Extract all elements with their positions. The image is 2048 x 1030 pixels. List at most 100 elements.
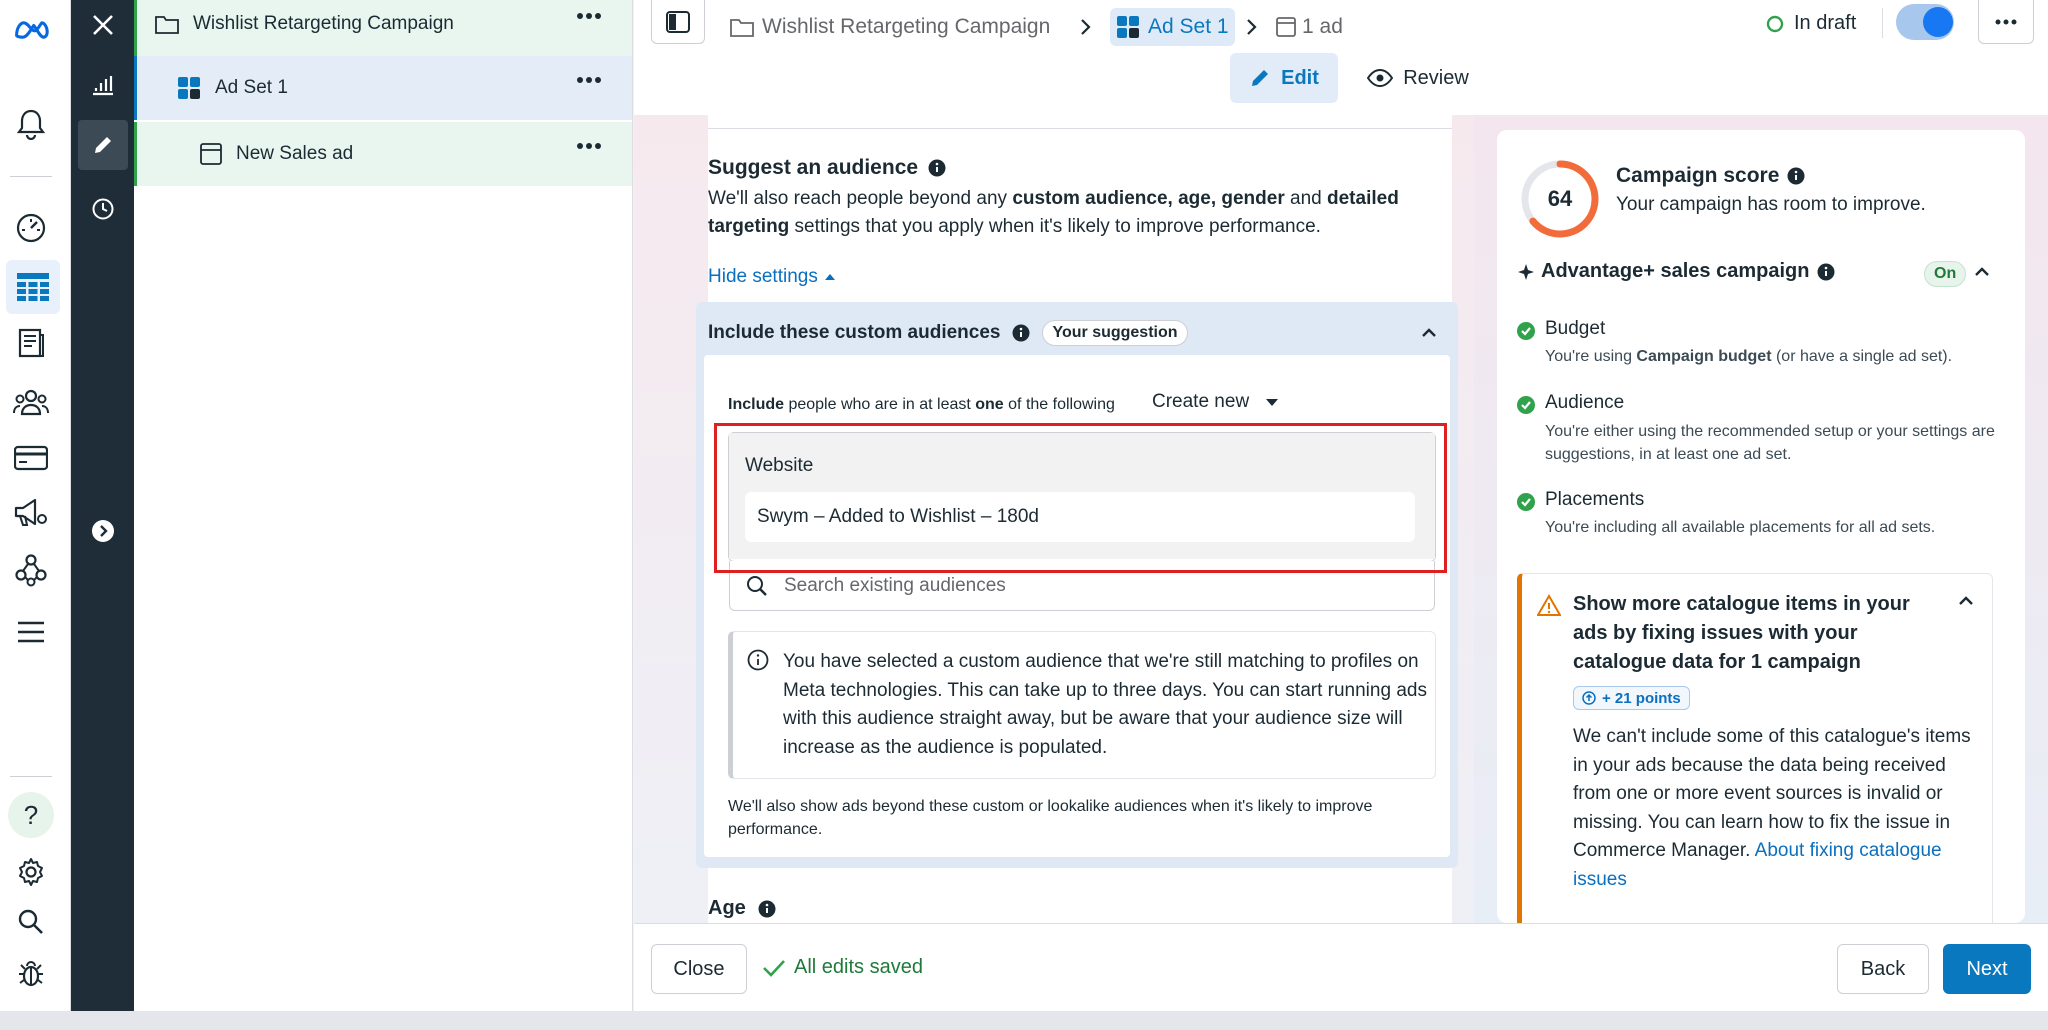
settings-icon[interactable] — [13, 854, 49, 890]
edit-mode-button[interactable] — [78, 120, 128, 170]
advantage-title: Advantage+ sales campaign — [1517, 260, 1835, 283]
toggle-sidebar-button[interactable] — [651, 0, 705, 44]
chevron-up-icon[interactable] — [1421, 328, 1437, 338]
alert-title: Show more catalogue items in your ads by… — [1573, 593, 1910, 673]
info-icon — [1787, 167, 1805, 185]
tree-item-ad[interactable]: New Sales ad — [134, 122, 632, 186]
info-icon — [1012, 324, 1030, 342]
more-options-button[interactable] — [1978, 0, 2034, 44]
campaign-score-card: 64 Campaign score Your campaign has room… — [1497, 130, 2025, 935]
audience-section: Suggest an audience We'll also reach peo… — [696, 115, 1458, 923]
chevron-right-icon — [92, 520, 114, 542]
draft-toggle[interactable] — [1896, 4, 1954, 40]
breadcrumb-adset[interactable]: Ad Set 1 — [1110, 8, 1235, 46]
clock-icon — [92, 198, 114, 220]
matching-info-text: You have selected a custom audience that… — [783, 651, 1427, 758]
search-icon[interactable] — [13, 904, 49, 940]
check-circle-icon — [1517, 493, 1535, 511]
campaign-tree: Wishlist Retargeting Campaign Ad Set 1 N… — [134, 0, 633, 1011]
include-rule-text: Include people who are in at least one o… — [728, 396, 1115, 413]
arrow-up-circle-icon — [1582, 691, 1596, 705]
sidebar-icon — [666, 10, 690, 33]
campaign-score-subtitle: Your campaign has room to improve. — [1616, 194, 1926, 215]
age-title: Age — [708, 897, 776, 920]
pages-icon[interactable] — [13, 325, 49, 361]
editor-header: Wishlist Retargeting Campaign Ad Set 1 1… — [634, 0, 2048, 115]
advantage-status-badge: On — [1924, 261, 1967, 287]
chevron-up-icon[interactable] — [1974, 267, 1990, 277]
chevron-right-icon — [1081, 19, 1091, 35]
tree-item-label: Wishlist Retargeting Campaign — [193, 13, 454, 34]
create-new-dropdown[interactable]: Create new — [1152, 391, 1279, 413]
adset-icon — [1117, 16, 1139, 38]
menu-icon[interactable] — [13, 614, 49, 650]
check-circle-icon — [1517, 322, 1535, 340]
next-button[interactable]: Next — [1943, 944, 2031, 994]
breadcrumb-campaign[interactable]: Wishlist Retargeting Campaign — [730, 8, 1050, 46]
bug-icon[interactable] — [13, 956, 49, 992]
history-button[interactable] — [78, 184, 128, 234]
highlight-box — [714, 423, 1447, 573]
alert-body: We can't include some of this catalogue'… — [1573, 726, 1971, 890]
suggest-audience-description: We'll also reach people beyond any custo… — [708, 188, 1399, 237]
more-icon — [1995, 19, 2017, 24]
sparkle-icon — [1518, 263, 1534, 280]
caret-up-icon — [824, 274, 835, 280]
megaphone-icon[interactable] — [13, 495, 49, 531]
close-icon — [93, 15, 113, 35]
back-button[interactable]: Back — [1837, 944, 1929, 994]
tree-item-label: Ad Set 1 — [215, 77, 288, 98]
chevron-right-icon — [1247, 19, 1257, 35]
billing-icon[interactable] — [13, 440, 49, 476]
draft-status: In draft — [1766, 12, 1856, 35]
tab-edit[interactable]: Edit — [1230, 53, 1338, 103]
tree-item-campaign[interactable]: Wishlist Retargeting Campaign — [134, 0, 632, 56]
tree-item-adset[interactable]: Ad Set 1 — [134, 56, 632, 120]
pencil-icon — [1252, 70, 1269, 86]
folder-icon — [155, 16, 179, 34]
score-value: 64 — [1547, 186, 1573, 211]
performance-button[interactable] — [78, 60, 128, 110]
custom-audiences-title: Include these custom audiences Your sugg… — [708, 320, 1188, 346]
tab-review[interactable]: Review — [1354, 53, 1482, 103]
matching-info-note: You have selected a custom audience that… — [728, 631, 1436, 779]
global-nav: ? — [0, 0, 71, 1011]
close-editor-button[interactable] — [78, 0, 128, 50]
info-icon — [1817, 263, 1835, 280]
suggestion-badge: Your suggestion — [1042, 320, 1188, 346]
custom-audiences-panel: Include these custom audiences Your sugg… — [696, 302, 1458, 868]
points-badge: + 21 points — [1573, 686, 1690, 710]
checkmark-icon — [763, 959, 785, 977]
search-icon — [747, 575, 767, 596]
expand-panel-button[interactable] — [78, 506, 128, 556]
info-icon — [928, 159, 946, 177]
beyond-audiences-note: We'll also show ads beyond these custom … — [728, 798, 1373, 838]
more-icon — [577, 143, 601, 149]
window-bottom-strip — [0, 1011, 2048, 1030]
check-circle-icon — [1517, 396, 1535, 414]
bell-icon[interactable] — [13, 106, 49, 142]
hide-settings-link[interactable]: Hide settings — [708, 266, 836, 288]
editor-toolbar — [71, 0, 134, 1011]
folder-icon — [730, 19, 754, 37]
status-dot-icon — [1766, 15, 1784, 32]
dashboard-icon[interactable] — [13, 210, 49, 246]
table-icon[interactable] — [6, 260, 60, 314]
save-status: All edits saved — [762, 956, 923, 979]
close-button[interactable]: Close — [651, 944, 747, 994]
network-icon[interactable] — [13, 552, 49, 588]
campaign-score-title: Campaign score — [1616, 164, 1805, 188]
chevron-up-icon[interactable] — [1958, 596, 1974, 606]
adset-icon — [178, 77, 200, 99]
meta-logo-icon[interactable] — [13, 12, 49, 48]
info-outline-icon — [747, 649, 769, 671]
warning-icon — [1537, 594, 1561, 616]
audience-icon[interactable] — [13, 384, 49, 420]
eye-icon — [1367, 69, 1394, 87]
more-icon — [577, 77, 601, 83]
help-icon[interactable]: ? — [8, 792, 54, 838]
bar-chart-icon — [93, 76, 113, 96]
catalogue-alert: Show more catalogue items in your ads by… — [1517, 573, 1993, 935]
breadcrumb-ad[interactable]: 1 ad — [1276, 8, 1343, 46]
editor-footer: Close All edits saved Back Next — [634, 923, 2048, 1011]
